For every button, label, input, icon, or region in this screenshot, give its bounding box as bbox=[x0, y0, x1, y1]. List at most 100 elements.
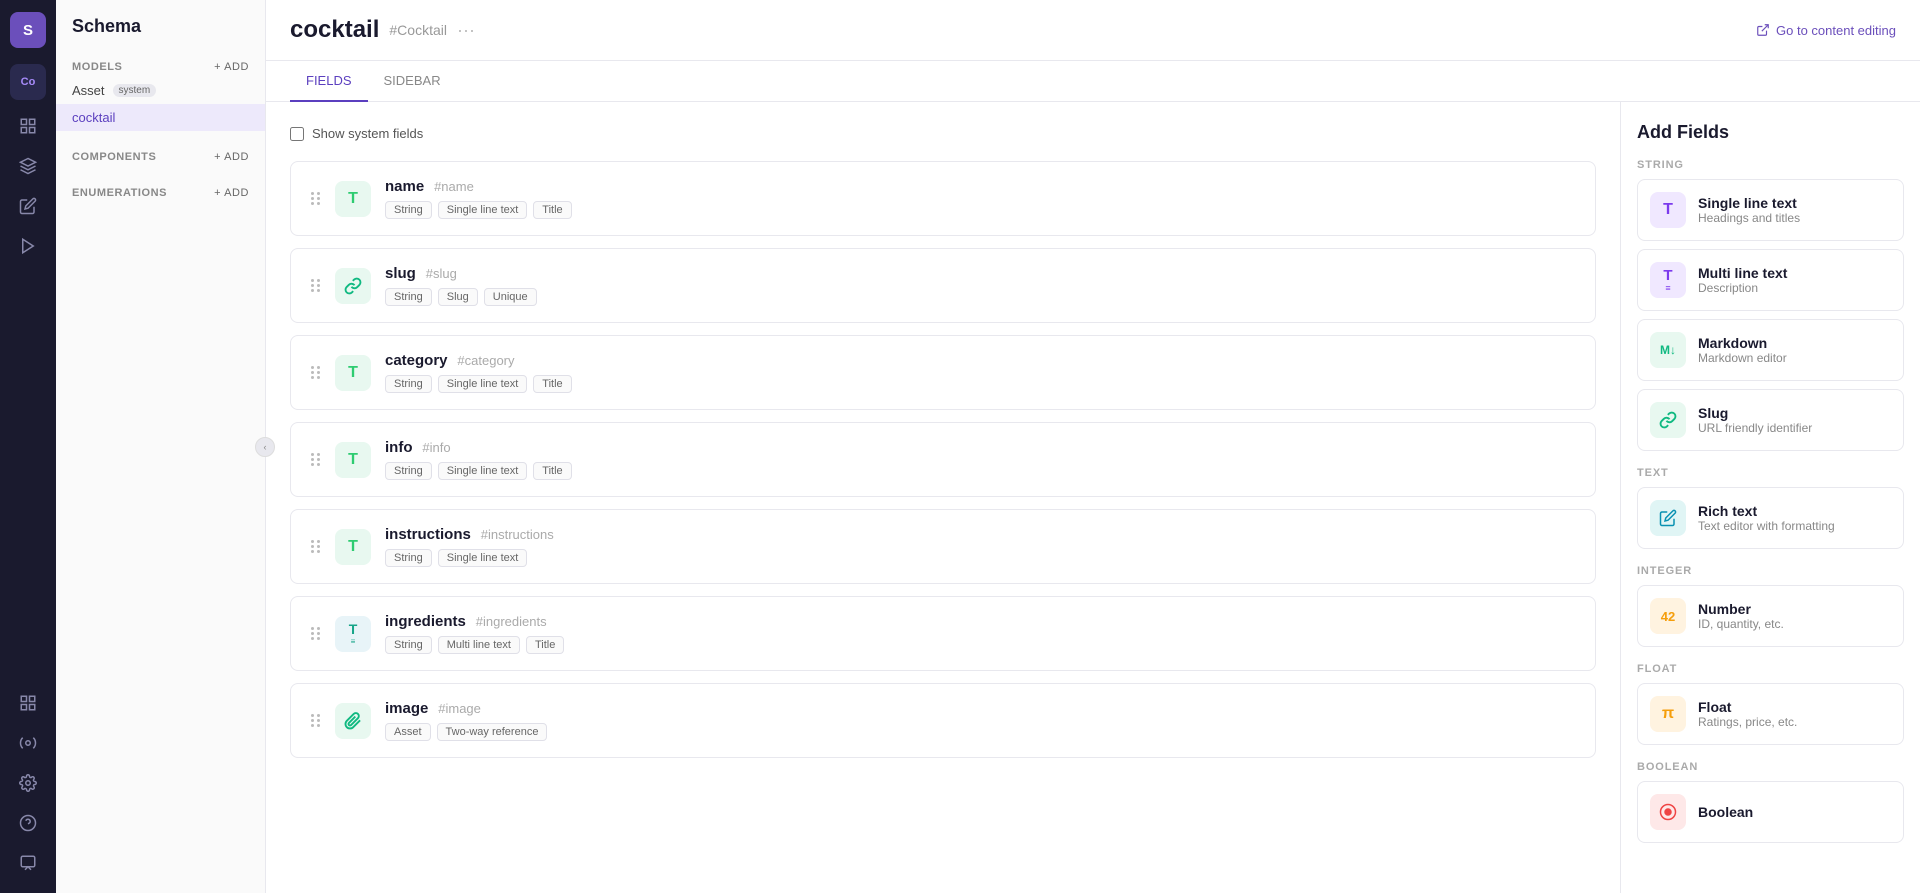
field-api-info: #info bbox=[422, 440, 450, 455]
field-tag: Asset bbox=[385, 723, 431, 741]
field-api-instructions: #instructions bbox=[481, 527, 554, 542]
components-label: COMPONENTS bbox=[72, 151, 156, 163]
field-info-instructions: instructions #instructions String Single… bbox=[385, 526, 1575, 567]
drag-handle-info[interactable] bbox=[311, 453, 321, 466]
sidebar-item-asset[interactable]: Asset system bbox=[56, 77, 265, 104]
nav-plugins[interactable] bbox=[10, 188, 46, 224]
field-tag: Single line text bbox=[438, 201, 528, 219]
field-info-category: category #category String Single line te… bbox=[385, 352, 1575, 393]
rich-text-name: Rich text bbox=[1698, 503, 1835, 519]
field-tags-ingredients: String Multi line text Title bbox=[385, 636, 1575, 654]
drag-handle-name[interactable] bbox=[311, 192, 321, 205]
field-type-float[interactable]: π Float Ratings, price, etc. bbox=[1637, 683, 1904, 745]
sidebar-collapse-button[interactable]: ‹ bbox=[255, 437, 275, 457]
drag-handle-slug[interactable] bbox=[311, 279, 321, 292]
integer-section: INTEGER 42 Number ID, quantity, etc. bbox=[1637, 565, 1904, 647]
field-type-markdown[interactable]: M↓ Markdown Markdown editor bbox=[1637, 319, 1904, 381]
add-fields-panel: Add Fields STRING T Single line text Hea… bbox=[1620, 102, 1920, 893]
nav-connections[interactable] bbox=[10, 725, 46, 761]
field-tag: String bbox=[385, 636, 432, 654]
field-type-multi-line-text[interactable]: T ≡ Multi line text Description bbox=[1637, 249, 1904, 311]
field-info-ingredients: ingredients #ingredients String Multi li… bbox=[385, 613, 1575, 654]
show-system-fields-row[interactable]: Show system fields bbox=[290, 126, 1596, 141]
go-to-content-link[interactable]: Go to content editing bbox=[1756, 23, 1896, 38]
field-type-rich-text[interactable]: Rich text Text editor with formatting bbox=[1637, 487, 1904, 549]
field-type-single-line-text[interactable]: T Single line text Headings and titles bbox=[1637, 179, 1904, 241]
enumerations-label: ENUMERATIONS bbox=[72, 187, 167, 199]
drag-handle-image[interactable] bbox=[311, 714, 321, 727]
field-card-slug: slug #slug String Slug Unique bbox=[290, 248, 1596, 323]
models-section-header: MODELS + Add bbox=[56, 53, 265, 77]
rich-text-info: Rich text Text editor with formatting bbox=[1698, 503, 1835, 533]
enumerations-section-header: ENUMERATIONS + Add bbox=[56, 179, 265, 203]
slug-desc: URL friendly identifier bbox=[1698, 421, 1812, 435]
field-tag: Unique bbox=[484, 288, 537, 306]
field-icon-info: T bbox=[335, 442, 371, 478]
enumerations-add-button[interactable]: + Add bbox=[214, 187, 249, 199]
tab-sidebar[interactable]: SIDEBAR bbox=[368, 61, 457, 102]
field-tag: Slug bbox=[438, 288, 478, 306]
asset-item-name: Asset bbox=[72, 83, 105, 98]
single-line-text-name: Single line text bbox=[1698, 195, 1800, 211]
field-tag: Title bbox=[533, 462, 571, 480]
field-type-boolean[interactable]: Boolean bbox=[1637, 781, 1904, 843]
tab-fields[interactable]: FIELDS bbox=[290, 61, 368, 102]
field-tag: String bbox=[385, 201, 432, 219]
boolean-info: Boolean bbox=[1698, 804, 1753, 820]
field-icon-name: T bbox=[335, 181, 371, 217]
number-icon: 42 bbox=[1650, 598, 1686, 634]
field-tag: Title bbox=[533, 201, 571, 219]
field-api-ingredients: #ingredients bbox=[476, 614, 547, 629]
nav-grid[interactable] bbox=[10, 685, 46, 721]
nav-chat[interactable] bbox=[10, 845, 46, 881]
field-tags-slug: String Slug Unique bbox=[385, 288, 1575, 306]
field-name-category: category bbox=[385, 352, 448, 369]
cocktail-item-name: cocktail bbox=[72, 110, 115, 125]
components-add-button[interactable]: + Add bbox=[214, 151, 249, 163]
number-desc: ID, quantity, etc. bbox=[1698, 617, 1784, 631]
field-tag: Single line text bbox=[438, 549, 528, 567]
string-section-label: STRING bbox=[1637, 159, 1904, 171]
float-name: Float bbox=[1698, 699, 1797, 715]
field-name-slug: slug bbox=[385, 265, 416, 282]
field-api-slug: #slug bbox=[426, 266, 457, 281]
nav-preview[interactable] bbox=[10, 228, 46, 264]
header-left: cocktail #Cocktail ··· bbox=[290, 16, 475, 44]
drag-handle-ingredients[interactable] bbox=[311, 627, 321, 640]
nav-settings[interactable] bbox=[10, 765, 46, 801]
field-api-category: #category bbox=[457, 353, 514, 368]
boolean-name: Boolean bbox=[1698, 804, 1753, 820]
float-section: FLOAT π Float Ratings, price, etc. bbox=[1637, 663, 1904, 745]
field-tag: String bbox=[385, 375, 432, 393]
field-type-number[interactable]: 42 Number ID, quantity, etc. bbox=[1637, 585, 1904, 647]
drag-handle-category[interactable] bbox=[311, 366, 321, 379]
field-type-slug[interactable]: Slug URL friendly identifier bbox=[1637, 389, 1904, 451]
markdown-info: Markdown Markdown editor bbox=[1698, 335, 1787, 365]
field-tag: String bbox=[385, 549, 432, 567]
field-name-image: image bbox=[385, 700, 428, 717]
field-card-info: T info #info String Single line text Tit… bbox=[290, 422, 1596, 497]
nav-media[interactable] bbox=[10, 108, 46, 144]
float-section-label: FLOAT bbox=[1637, 663, 1904, 675]
field-name-ingredients: ingredients bbox=[385, 613, 466, 630]
sidebar-item-cocktail[interactable]: cocktail bbox=[56, 104, 265, 131]
field-info-image: image #image Asset Two-way reference bbox=[385, 700, 1575, 741]
slug-icon bbox=[1650, 402, 1686, 438]
models-add-button[interactable]: + Add bbox=[214, 61, 249, 73]
field-info-slug: slug #slug String Slug Unique bbox=[385, 265, 1575, 306]
show-system-fields-checkbox[interactable] bbox=[290, 127, 304, 141]
field-tags-name: String Single line text Title bbox=[385, 201, 1575, 219]
multi-line-text-info: Multi line text Description bbox=[1698, 265, 1787, 295]
drag-handle-instructions[interactable] bbox=[311, 540, 321, 553]
model-title: cocktail bbox=[290, 16, 379, 44]
field-tag: Single line text bbox=[438, 375, 528, 393]
slug-name: Slug bbox=[1698, 405, 1812, 421]
nav-help[interactable] bbox=[10, 805, 46, 841]
nav-content[interactable]: Co bbox=[10, 64, 46, 100]
field-name-name: name bbox=[385, 178, 424, 195]
field-icon-slug bbox=[335, 268, 371, 304]
field-tags-info: String Single line text Title bbox=[385, 462, 1575, 480]
nav-schema[interactable] bbox=[10, 148, 46, 184]
model-options-button[interactable]: ··· bbox=[457, 20, 475, 41]
tabs-bar: FIELDS SIDEBAR bbox=[266, 61, 1920, 102]
